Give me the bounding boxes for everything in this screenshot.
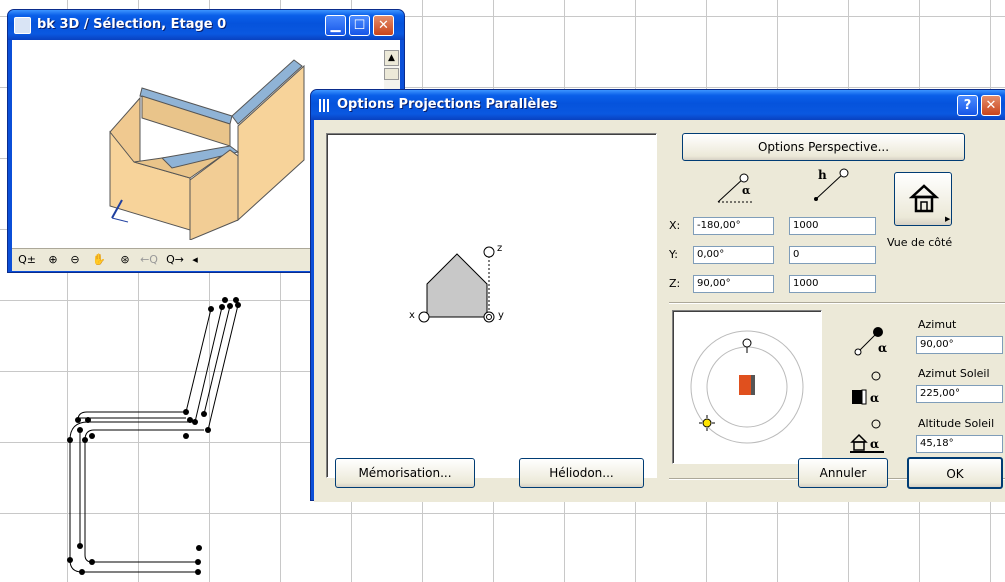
window-3d-app-icon bbox=[14, 17, 31, 34]
close-icon: ✕ bbox=[378, 18, 389, 33]
minimize-icon: ▁ bbox=[330, 18, 341, 33]
zoom-out-icon[interactable]: ⊖ bbox=[66, 252, 84, 267]
y-angle-field[interactable]: 0,00° bbox=[693, 246, 774, 264]
angle-icon: α bbox=[717, 173, 754, 203]
scroll-left-icon[interactable]: ◂ bbox=[190, 252, 200, 267]
zoom-box-icon[interactable]: ⊛ bbox=[116, 252, 134, 267]
help-icon: ? bbox=[963, 98, 972, 113]
help-button[interactable]: ? bbox=[957, 95, 978, 116]
heliodon-button[interactable]: Héliodon... bbox=[519, 458, 644, 488]
axis-y-label: y bbox=[498, 310, 504, 321]
svg-text:α: α bbox=[742, 184, 751, 197]
maximize-button[interactable]: ☐ bbox=[349, 15, 370, 36]
row-z-label: Z: bbox=[669, 277, 681, 290]
svg-text:α: α bbox=[878, 341, 887, 355]
scroll-up-button[interactable]: ▲ bbox=[384, 50, 399, 66]
row-y-label: Y: bbox=[669, 248, 678, 261]
ok-button[interactable]: OK bbox=[907, 457, 1003, 489]
row-x-label: X: bbox=[669, 219, 681, 232]
zoom-next-icon[interactable]: Q→ bbox=[164, 252, 186, 267]
x-angle-field[interactable]: -180,00° bbox=[693, 217, 774, 235]
z-angle-field[interactable]: 90,00° bbox=[693, 275, 774, 293]
close-3d-button[interactable]: ✕ bbox=[373, 15, 394, 36]
projection-preview: z x y bbox=[326, 133, 657, 478]
separator-top bbox=[669, 302, 1005, 304]
altitude-soleil-field[interactable]: 45,18° bbox=[916, 435, 1003, 453]
arrow-up-icon: ▲ bbox=[388, 53, 395, 63]
axis-x-label: x bbox=[409, 310, 415, 321]
options-perspective-button[interactable]: Options Perspective... bbox=[682, 133, 965, 161]
svg-text:α: α bbox=[870, 437, 879, 451]
memorisation-button[interactable]: Mémorisation... bbox=[335, 458, 475, 488]
azimut-soleil-field[interactable]: 225,00° bbox=[916, 385, 1003, 403]
view-side-button[interactable]: ▶ bbox=[894, 172, 952, 226]
zoom-previous-icon[interactable]: ←Q bbox=[138, 252, 160, 267]
window-3d-title: bk 3D / Sélection, Etage 0 bbox=[37, 17, 227, 32]
view-label: Vue de côté bbox=[887, 236, 953, 249]
dropdown-arrow-icon: ▶ bbox=[945, 215, 951, 223]
house-icon bbox=[909, 184, 939, 213]
preview-drawing bbox=[418, 246, 495, 323]
axis-z-label: z bbox=[497, 243, 503, 254]
dialog-title: Options Projections Parallèles bbox=[337, 97, 558, 112]
sun-diagram-drawing bbox=[690, 330, 804, 444]
svg-text:h: h bbox=[818, 168, 827, 182]
annuler-button[interactable]: Annuler bbox=[798, 458, 888, 488]
x-distance-field[interactable]: 1000 bbox=[789, 217, 876, 235]
zoom-fit-icon[interactable]: Q± bbox=[16, 252, 38, 267]
height-distance-icon: h bbox=[814, 168, 849, 201]
window-3d-titlebar[interactable]: bk 3D / Sélection, Etage 0 ▁ ☐ ✕ bbox=[8, 10, 404, 40]
dialog-client: z x y Options Perspective... α h ▶ Vue d… bbox=[314, 120, 1005, 502]
z-distance-field[interactable]: 1000 bbox=[789, 275, 876, 293]
azimut-label: Azimut bbox=[918, 318, 957, 331]
zoom-in-icon[interactable]: ⊕ bbox=[44, 252, 62, 267]
y-distance-field[interactable]: 0 bbox=[789, 246, 876, 264]
azimut-soleil-icon: α bbox=[852, 371, 881, 405]
scroll-thumb[interactable] bbox=[384, 68, 399, 80]
dialog-app-icon bbox=[319, 99, 331, 112]
maximize-icon: ☐ bbox=[353, 18, 366, 33]
dialog-titlebar[interactable]: Options Projections Parallèles ? ✕ bbox=[311, 90, 1005, 120]
azimut-icon: α bbox=[854, 327, 887, 356]
sun-position-diagram[interactable] bbox=[672, 310, 822, 464]
svg-text:α: α bbox=[870, 391, 879, 405]
minimize-button[interactable]: ▁ bbox=[325, 15, 346, 36]
dialog-parallel-projection: Options Projections Parallèles ? ✕ z x y… bbox=[310, 89, 1005, 502]
azimut-soleil-label: Azimut Soleil bbox=[918, 367, 990, 380]
dialog-close-button[interactable]: ✕ bbox=[981, 95, 1001, 116]
azimut-field[interactable]: 90,00° bbox=[916, 336, 1003, 354]
pan-hand-icon[interactable]: ✋ bbox=[90, 252, 108, 267]
altitude-soleil-icon: α bbox=[850, 419, 884, 453]
altitude-soleil-label: Altitude Soleil bbox=[918, 417, 995, 430]
close-icon: ✕ bbox=[985, 98, 997, 113]
